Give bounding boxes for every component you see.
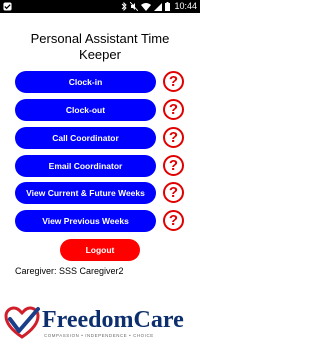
clock-in-button[interactable]: Clock-in [15, 71, 156, 93]
logout-button[interactable]: Logout [60, 239, 140, 261]
clock-in-help-icon[interactable]: ? [163, 71, 184, 92]
page-title: Personal Assistant Time Keeper [0, 31, 200, 63]
view-previous-weeks-button[interactable]: View Previous Weeks [15, 210, 156, 232]
battery-icon [165, 2, 170, 11]
mute-icon [130, 2, 138, 11]
logo-tagline: COMPASSION • INDEPENDENCE • CHOICE [44, 333, 154, 338]
signal-icon [154, 3, 162, 11]
page-title-line-2: Keeper [79, 47, 121, 62]
clock-out-help-icon[interactable]: ? [163, 99, 184, 120]
status-time: 10:44 [174, 1, 197, 11]
system-icons [121, 2, 170, 11]
logo-text: FreedomCare [42, 307, 184, 333]
email-coordinator-help-icon[interactable]: ? [163, 155, 184, 176]
bluetooth-icon [121, 2, 127, 11]
wifi-icon [141, 3, 151, 11]
page-title-line-1: Personal Assistant Time [30, 31, 170, 46]
view-current-future-weeks-help-icon[interactable]: ? [163, 182, 184, 203]
clock-out-button[interactable]: Clock-out [15, 99, 156, 121]
call-coordinator-button[interactable]: Call Coordinator [15, 127, 156, 149]
freedomcare-logo: FreedomCare COMPASSION • INDEPENDENCE • … [4, 305, 198, 345]
view-previous-weeks-help-icon[interactable]: ? [163, 210, 184, 231]
view-current-future-weeks-button[interactable]: View Current & Future Weeks [15, 182, 156, 204]
email-coordinator-button[interactable]: Email Coordinator [15, 155, 156, 177]
call-coordinator-help-icon[interactable]: ? [163, 127, 184, 148]
heart-check-logo-icon [4, 306, 40, 339]
status-bar: 10:44 [0, 0, 200, 13]
caregiver-label: Caregiver: SSS Caregiver2 [15, 266, 124, 276]
app-notification-icon [3, 2, 12, 11]
